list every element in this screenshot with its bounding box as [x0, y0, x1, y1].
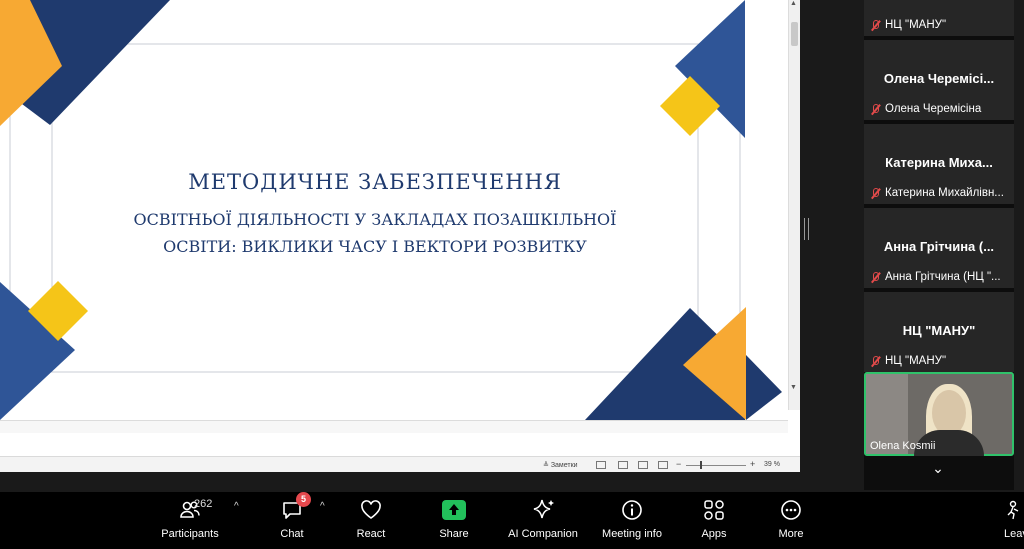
- info-icon: [622, 500, 642, 520]
- chevron-down-icon[interactable]: ⌄: [920, 460, 956, 482]
- participant-name: НЦ "МАНУ": [885, 355, 947, 367]
- scroll-thumb[interactable]: [791, 22, 798, 46]
- participant-name: Олена Черемісіна: [885, 103, 982, 115]
- mic-muted-icon: [870, 103, 881, 115]
- notes-button[interactable]: ≜ Заметки: [543, 461, 578, 469]
- participant-tile[interactable]: НЦ "МАНУ": [864, 0, 1014, 36]
- more-button[interactable]: More: [751, 498, 831, 544]
- zoom-out-button[interactable]: −: [676, 459, 681, 469]
- leave-icon: [1007, 500, 1019, 520]
- slide-sorter-icon[interactable]: [618, 461, 628, 469]
- participant-display-name: НЦ "МАНУ": [902, 323, 976, 338]
- participants-count: 262: [194, 498, 213, 510]
- chat-button[interactable]: 5 ^ Chat: [252, 492, 332, 544]
- mic-muted-icon: [870, 187, 881, 199]
- share-label: Share: [439, 528, 469, 540]
- slide-text: МЕТОДИЧНЕ ЗАБЕЗПЕЧЕННЯ ОСВІТНЬОЇ ДІЯЛЬНО…: [50, 170, 700, 260]
- heart-icon: [361, 500, 381, 519]
- scroll-up-icon[interactable]: ▲: [790, 0, 797, 7]
- ai-companion-label: AI Companion: [508, 528, 578, 540]
- ai-companion-button[interactable]: AI Companion: [503, 498, 583, 544]
- apps-button[interactable]: Apps: [674, 498, 754, 544]
- ppt-status-bar: ≜ Заметки − + 39 %: [0, 456, 800, 472]
- participant-display-name: Катерина Миха...: [885, 155, 993, 170]
- slide-scrollbar[interactable]: ▲ ▼: [788, 0, 800, 410]
- meeting-toolbar: 262 ^ Participants 5 ^ Chat React Share …: [0, 492, 1024, 549]
- mic-muted-icon: [870, 19, 881, 31]
- participant-tile[interactable]: НЦ "МАНУ" НЦ "МАНУ": [864, 292, 1014, 372]
- participant-name: Катерина Михайлівн...: [885, 187, 1004, 199]
- video-participant-name: Olena Kosmii: [870, 440, 936, 452]
- apps-label: Apps: [701, 528, 727, 540]
- chat-caret-icon[interactable]: ^: [320, 501, 325, 512]
- slide-subtitle-line1: ОСВІТНЬОЇ ДІЯЛЬНОСТІ У ЗАКЛАДАХ ПОЗАШКІЛ…: [133, 210, 617, 229]
- share-button[interactable]: Share: [414, 498, 494, 544]
- participants-caret-icon[interactable]: ^: [234, 501, 239, 512]
- chat-label: Chat: [280, 528, 304, 540]
- participant-tile[interactable]: Катерина Миха... Катерина Михайлівн...: [864, 124, 1014, 204]
- participant-label: Катерина Михайлівн...: [870, 187, 1004, 199]
- meeting-info-button[interactable]: Meeting info: [592, 498, 672, 544]
- share-screen-icon: [442, 500, 466, 520]
- reading-view-icon[interactable]: [638, 461, 648, 469]
- react-label: React: [356, 528, 386, 540]
- slide-title: МЕТОДИЧНЕ ЗАБЕЗПЕЧЕННЯ: [188, 170, 562, 194]
- chat-unread-badge: 5: [296, 492, 311, 507]
- zoom-slider-thumb[interactable]: [700, 461, 702, 469]
- zoom-slider[interactable]: [686, 465, 746, 466]
- slideshow-icon[interactable]: [658, 461, 668, 469]
- participant-tile[interactable]: Олена Черемісі... Олена Черемісіна: [864, 40, 1014, 120]
- mic-muted-icon: [870, 271, 881, 283]
- participant-name: НЦ "МАНУ": [885, 19, 947, 31]
- participant-label: НЦ "МАНУ": [870, 19, 946, 31]
- leave-button[interactable]: Leave: [1004, 498, 1024, 544]
- react-button[interactable]: React: [331, 498, 411, 544]
- slide-subtitle-line2: ОСВІТИ: ВИКЛИКИ ЧАСУ І ВЕКТОРИ РОЗВИТКУ: [163, 237, 587, 256]
- participant-tile[interactable]: Анна Грітчина (... Анна Грітчина (НЦ "..…: [864, 208, 1014, 288]
- participant-name: Анна Грітчина (НЦ "...: [885, 271, 1001, 283]
- zoom-in-button[interactable]: +: [750, 459, 755, 469]
- participant-label: Олена Черемісіна: [870, 103, 981, 115]
- participant-display-name: Олена Черемісі...: [883, 71, 995, 86]
- mic-muted-icon: [870, 355, 881, 367]
- panel-splitter-handle[interactable]: [804, 218, 809, 240]
- sparkle-icon: [533, 499, 554, 519]
- scroll-down-icon[interactable]: ▼: [790, 384, 797, 391]
- shared-screen: МЕТОДИЧНЕ ЗАБЕЗПЕЧЕННЯ ОСВІТНЬОЇ ДІЯЛЬНО…: [0, 0, 800, 472]
- notes-pane[interactable]: [0, 420, 788, 433]
- normal-view-icon[interactable]: [596, 461, 606, 469]
- active-speaker-video[interactable]: Olena Kosmii: [864, 372, 1014, 456]
- meeting-info-label: Meeting info: [602, 528, 662, 540]
- participant-label: НЦ "МАНУ": [870, 355, 946, 367]
- more-label: More: [778, 528, 804, 540]
- notes-label: Заметки: [550, 462, 578, 469]
- participant-label: Анна Грітчина (НЦ "...: [870, 271, 1001, 283]
- participants-label: Participants: [161, 528, 219, 540]
- leave-label: Leave: [1004, 528, 1024, 540]
- zoom-level[interactable]: 39 %: [764, 461, 780, 468]
- participant-display-name: Анна Грітчина (...: [883, 239, 995, 254]
- apps-icon: [704, 500, 724, 520]
- participants-button[interactable]: 262 ^ Participants: [150, 498, 238, 544]
- more-icon: [781, 500, 801, 520]
